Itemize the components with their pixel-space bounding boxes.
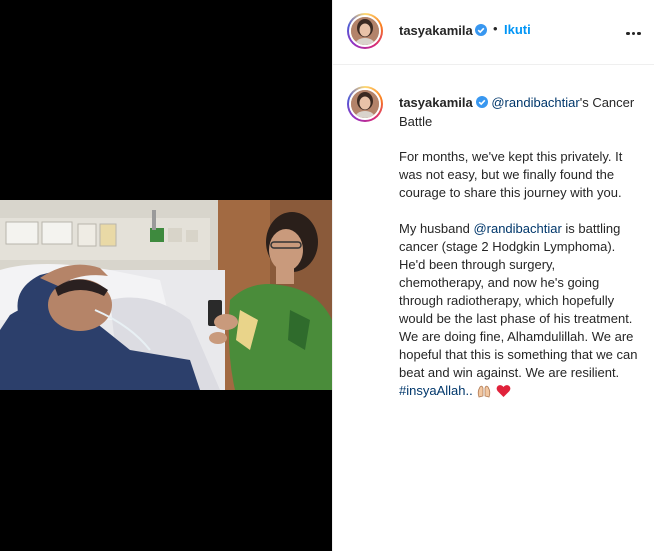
- post-media[interactable]: [0, 0, 332, 551]
- caption-paragraph-1: For months, we've kept this privately. I…: [399, 149, 623, 200]
- post-header: tasyakamila • Ikuti: [333, 0, 654, 65]
- caption-body: For months, we've kept this privately. I…: [399, 148, 643, 421]
- mention-link[interactable]: @randibachtiar: [473, 221, 561, 236]
- mention-link[interactable]: @randibachtiar: [491, 95, 579, 110]
- follow-button[interactable]: Ikuti: [504, 22, 531, 37]
- praying-hands-emoji: [476, 384, 492, 403]
- header-username[interactable]: tasyakamila: [399, 23, 473, 38]
- caption-heading: tasyakamila @randibachtiar's Cancer Batt…: [399, 94, 639, 131]
- caption-text: is battling cancer (stage 2 Hodgkin Lymp…: [399, 221, 638, 380]
- verified-badge-icon: [475, 23, 487, 41]
- caption-username[interactable]: tasyakamila: [399, 95, 473, 110]
- more-options-icon[interactable]: [625, 22, 645, 36]
- avatar[interactable]: [347, 13, 383, 49]
- hashtag-link[interactable]: #insyaAllah..: [399, 383, 473, 398]
- post-photo: [0, 200, 332, 390]
- red-heart-emoji: [496, 384, 511, 403]
- caption-avatar[interactable]: [347, 86, 383, 122]
- caption-paragraph-2: My husband @randibachtiar is battling ca…: [399, 220, 643, 403]
- caption-text: My husband: [399, 221, 474, 236]
- post-side-panel: tasyakamila • Ikuti tasyakamila @randiba…: [332, 0, 654, 551]
- separator-dot: •: [493, 21, 498, 36]
- verified-badge-icon: [475, 95, 488, 113]
